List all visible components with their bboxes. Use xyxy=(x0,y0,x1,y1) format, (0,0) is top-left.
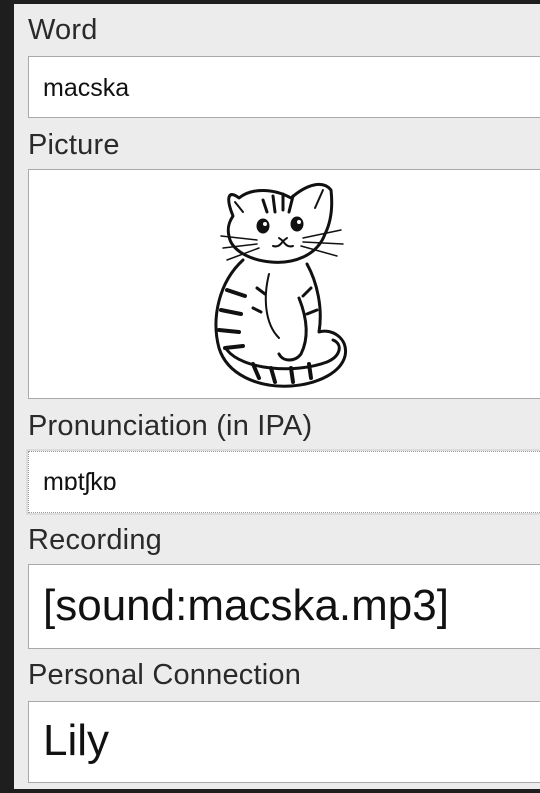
picture-field[interactable] xyxy=(28,169,540,399)
personal-connection-field[interactable]: Lily xyxy=(28,701,540,783)
word-label: Word xyxy=(28,14,98,46)
pronunciation-value: mɒtʃkɒ xyxy=(43,468,117,496)
cat-sketch-image xyxy=(214,182,348,388)
note-editor-panel: Word macska Picture Pronunciation (in IP… xyxy=(14,4,540,789)
recording-label: Recording xyxy=(28,524,162,556)
recording-value: [sound:macska.mp3] xyxy=(43,581,449,630)
personal-connection-label: Personal Connection xyxy=(28,659,302,691)
recording-field[interactable]: [sound:macska.mp3] xyxy=(28,564,540,649)
pronunciation-field[interactable]: mɒtʃkɒ xyxy=(28,451,540,513)
picture-label: Picture xyxy=(28,129,120,161)
word-field[interactable]: macska xyxy=(28,56,540,118)
personal-connection-value: Lily xyxy=(43,716,110,765)
word-value: macska xyxy=(43,74,130,102)
pronunciation-label: Pronunciation (in IPA) xyxy=(28,410,313,442)
